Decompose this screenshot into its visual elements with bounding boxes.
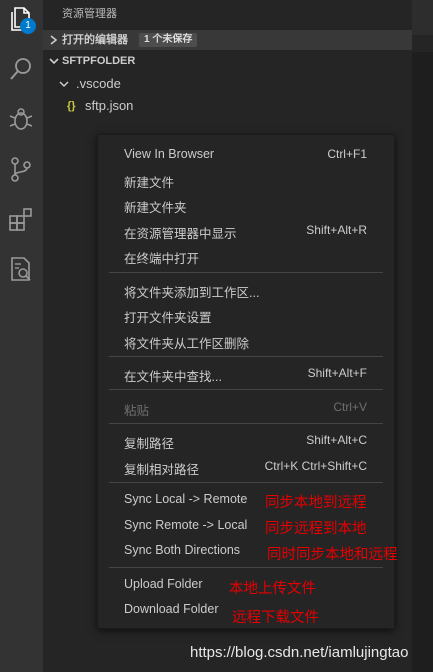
menu-item-label: 在文件夹中查找... [124,370,222,384]
remote-explorer-icon[interactable] [6,254,36,284]
watermark-url: https://blog.csdn.net/iamlujingtao [190,644,409,661]
menu-item-label: 在资源管理器中显示 [124,227,237,241]
menu-item-view-in-browser[interactable]: View In Browser Ctrl+F1 [98,144,394,166]
editor-breadcrumb-bar [412,35,433,52]
menu-item-open-folder-settings[interactable]: 打开文件夹设置 [98,304,394,326]
open-editors-header[interactable]: 打开的编辑器 1 个未保存 [43,30,412,50]
menu-item-label: 将文件夹添加到工作区... [124,286,260,300]
menu-item-copy-relative-path[interactable]: 复制相对路径 Ctrl+K Ctrl+Shift+C [98,456,394,478]
menu-item-shortcut: Shift+Alt+C [306,433,367,447]
search-icon[interactable] [6,54,36,84]
menu-item-label: 在终端中打开 [124,252,200,266]
annotation-sync-remote-local: 同步远程到本地 [265,521,367,537]
menu-separator [109,423,383,424]
menu-item-shortcut: Ctrl+K Ctrl+Shift+C [264,459,367,473]
menu-item-label: Sync Both Directions [124,543,241,557]
chevron-right-icon [50,35,58,45]
folder-label: SFTPFOLDER [62,55,136,67]
editor-area [412,0,433,672]
menu-item-label: Sync Local -> Remote [124,492,248,506]
source-control-icon[interactable] [6,154,36,184]
menu-item-label: Download Folder [124,602,219,616]
menu-item-reveal-in-explorer[interactable]: 在资源管理器中显示 Shift+Alt+R [98,220,394,242]
tree-item-label: sftp.json [85,98,134,113]
menu-separator [109,389,383,390]
chevron-down-icon [59,81,69,88]
extensions-icon[interactable] [6,204,36,234]
tree-item-label: .vscode [76,76,121,91]
menu-item-label: 打开文件夹设置 [124,311,212,325]
sidebar-title: 资源管理器 [62,8,117,20]
chevron-down-icon [49,58,59,65]
menu-item-open-in-terminal[interactable]: 在终端中打开 [98,245,394,267]
unsaved-badge: 1 个未保存 [139,33,198,47]
menu-item-shortcut: Shift+Alt+R [306,223,367,237]
unsaved-count-badge: 1 [20,18,36,34]
menu-item-label: Sync Remote -> Local [124,518,248,532]
folder-header[interactable]: SFTPFOLDER [43,51,412,71]
menu-item-label: 新建文件夹 [124,201,187,215]
menu-separator [109,567,383,568]
activity-bar: 1 [0,0,43,672]
annotation-sync-both: 同时同步本地和远程 [267,547,398,563]
menu-item-label: View In Browser [124,147,215,161]
debug-icon[interactable] [6,104,36,134]
menu-item-label: Upload Folder [124,577,203,591]
menu-item-label: 新建文件 [124,176,175,190]
menu-separator [109,272,383,273]
annotation-sync-local-remote: 同步本地到远程 [265,495,367,511]
annotation-upload: 本地上传文件 [229,581,316,597]
open-editors-label: 打开的编辑器 [62,34,128,46]
json-file-icon: {} [67,100,76,112]
menu-item-find-in-folder[interactable]: 在文件夹中查找... Shift+Alt+F [98,363,394,385]
editor-tab-bar [412,0,433,35]
menu-item-shortcut: Ctrl+V [333,400,367,414]
menu-item-remove-folder-from-workspace[interactable]: 将文件夹从工作区删除 [98,330,394,352]
menu-separator [109,356,383,357]
menu-item-add-folder-to-workspace[interactable]: 将文件夹添加到工作区... [98,279,394,301]
menu-item-new-folder[interactable]: 新建文件夹 [98,194,394,216]
menu-separator [109,482,383,483]
menu-item-new-file[interactable]: 新建文件 [98,169,394,191]
annotation-download: 远程下载文件 [232,610,319,626]
menu-item-label: 粘贴 [124,404,150,418]
menu-item-label: 将文件夹从工作区删除 [124,337,250,351]
menu-item-paste: 粘贴 Ctrl+V [98,397,394,419]
menu-item-shortcut: Shift+Alt+F [307,366,367,380]
menu-item-shortcut: Ctrl+F1 [327,147,367,161]
menu-item-label: 复制路径 [124,437,175,451]
menu-item-label: 复制相对路径 [124,463,200,477]
menu-item-copy-path[interactable]: 复制路径 Shift+Alt+C [98,430,394,452]
